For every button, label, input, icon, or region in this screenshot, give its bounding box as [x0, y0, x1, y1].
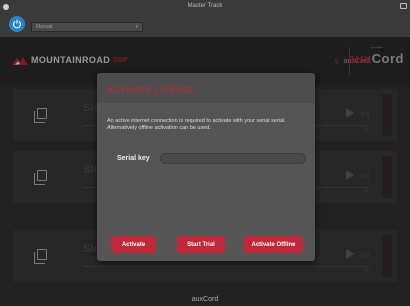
float-window-icon[interactable] [400, 3, 407, 9]
serial-key-label: Serial key [117, 155, 150, 162]
dialog-message: An active internet connection is require… [107, 118, 286, 131]
chevron-down-icon: ▾ [135, 24, 138, 30]
power-icon [12, 19, 22, 29]
dialog-title: ACTIVATE LICENSE [107, 85, 196, 95]
start-trial-button[interactable]: Start Trial [177, 236, 225, 253]
preset-value: Manual [36, 24, 53, 30]
preset-select[interactable]: Manual ▾ [31, 22, 143, 32]
power-button[interactable] [9, 16, 25, 32]
footer-title: auxCord [0, 293, 410, 306]
host-title-bar: Master Track Manual ▾ [0, 0, 410, 38]
activate-license-dialog: ACTIVATE LICENSE An active internet conn… [97, 73, 315, 261]
serial-key-input[interactable] [160, 153, 306, 164]
host-track-title: Master Track [187, 3, 223, 9]
dialog-header: ACTIVATE LICENSE [97, 73, 315, 103]
activate-button[interactable]: Activate [111, 236, 156, 253]
activate-offline-button[interactable]: Activate Offline [244, 236, 303, 253]
